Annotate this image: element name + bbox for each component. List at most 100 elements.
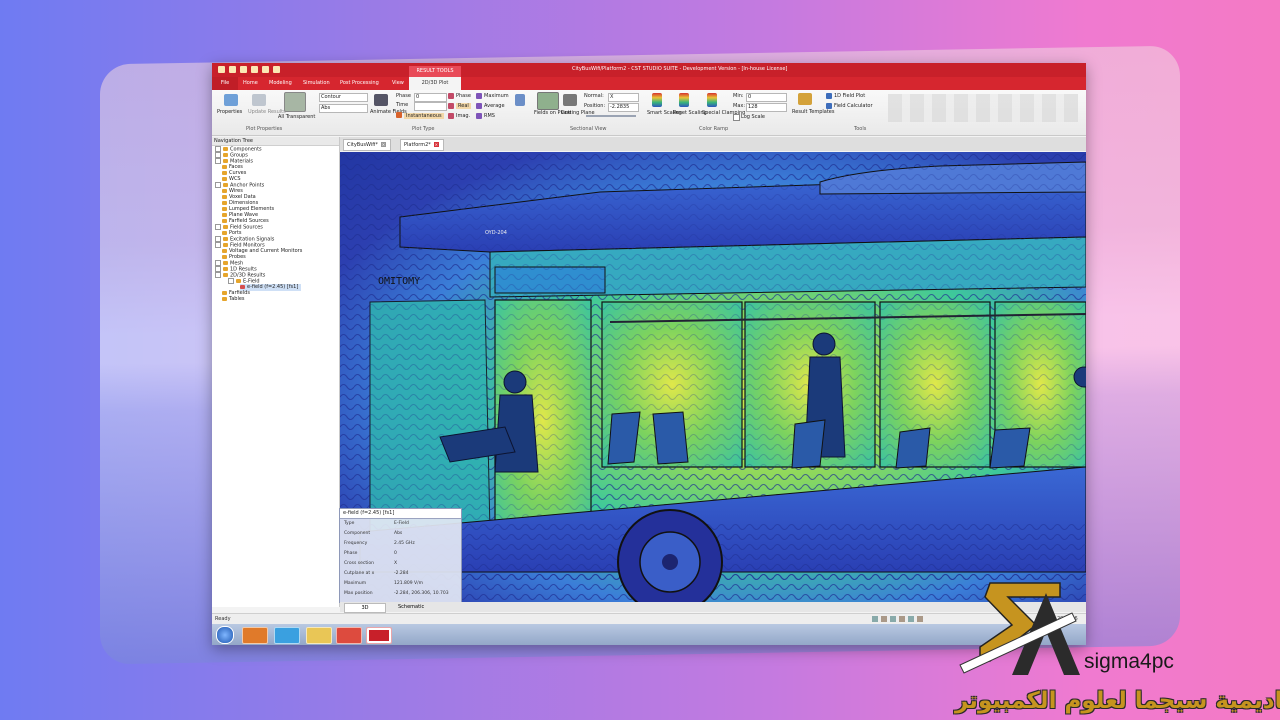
ie-taskbar-icon[interactable] — [274, 627, 300, 644]
min-label: Min: — [733, 93, 744, 99]
context-tab-result-tools: RESULT TOOLS — [409, 66, 461, 77]
close-icon[interactable]: × — [380, 142, 386, 147]
group-tools: Tools — [854, 126, 867, 132]
info-key: Max position — [344, 591, 373, 596]
plot-mode-select[interactable]: Contour — [319, 93, 368, 102]
info-value: 0 — [394, 551, 397, 556]
info-key: Frequency — [344, 541, 368, 546]
info-value: -2.284 — [394, 571, 409, 576]
status-ready: Ready — [215, 616, 231, 622]
special-clamping-icon[interactable] — [707, 93, 717, 107]
group-sectional-view: Sectional View — [570, 126, 607, 132]
field-calculator-button[interactable]: Field Calculator — [834, 103, 873, 109]
properties-button[interactable]: Properties — [217, 109, 242, 115]
position-input[interactable]: -2.2835 — [608, 103, 639, 112]
tab-2d3d-plot[interactable]: 2D/3D Plot — [409, 77, 461, 90]
navigation-tree-header: Navigation Tree — [212, 137, 339, 146]
info-value: Abs — [394, 531, 403, 536]
real-button[interactable]: Real — [456, 103, 471, 109]
info-value: X — [394, 561, 398, 566]
rms-button[interactable]: RMS — [484, 113, 495, 119]
info-key: Component — [344, 531, 371, 536]
info-key: Cutplane at x — [344, 571, 375, 576]
plot-options-icon[interactable] — [515, 94, 525, 106]
smart-scaling-icon[interactable] — [652, 93, 662, 107]
log-scale-checkbox[interactable] — [733, 114, 740, 121]
document-tabs: CityBusWifi* × Platform2* × — [340, 137, 1086, 151]
properties-icon[interactable] — [224, 94, 238, 106]
animate-fields-icon[interactable] — [374, 94, 388, 106]
tab-3d[interactable]: 3D — [344, 603, 386, 613]
imag-button[interactable]: Imag. — [456, 113, 470, 119]
phase-button[interactable]: Phase — [456, 93, 471, 99]
cst-taskbar-icon[interactable] — [366, 627, 392, 644]
more-tools-area[interactable] — [888, 94, 1078, 122]
redo-icon[interactable] — [262, 66, 269, 73]
tab-view[interactable]: View — [392, 80, 404, 86]
result-info-title: e-field (f=2.45) [fs1] — [340, 509, 461, 519]
tab-home[interactable]: Home — [243, 80, 258, 86]
position-slider[interactable] — [586, 115, 636, 117]
print-icon[interactable] — [273, 66, 280, 73]
max-input[interactable]: 128 — [746, 103, 787, 112]
nav-item-tables[interactable]: Tables — [222, 296, 245, 303]
info-key: Maximum — [344, 581, 367, 586]
rms-btn-icon — [476, 113, 482, 119]
normal-label: Normal: — [584, 93, 604, 99]
group-color-ramp: Color Ramp — [699, 126, 729, 132]
ribbon-tabs: Home Modeling Simulation Post Processing… — [212, 77, 1086, 90]
time-label: Time — [396, 102, 409, 108]
status-tools[interactable] — [872, 616, 923, 622]
time-input[interactable] — [414, 102, 447, 111]
cutting-plane-icon[interactable] — [563, 94, 577, 106]
doc-tab-platform2[interactable]: Platform2* × — [400, 139, 444, 151]
maximum-button[interactable]: Maximum — [484, 93, 509, 99]
undo-icon[interactable] — [251, 66, 258, 73]
file-tab[interactable]: File — [212, 77, 238, 90]
group-plot-type: Plot Type — [412, 126, 435, 132]
result-info-box: e-field (f=2.45) [fs1] Type E-Field Compo… — [339, 508, 462, 603]
phase-btn-icon — [448, 93, 454, 99]
info-value: E-Field — [394, 521, 409, 526]
phase-input[interactable]: 0 — [414, 93, 447, 102]
result-templates-button[interactable]: Result Templates — [792, 109, 834, 115]
average-button[interactable]: Average — [484, 103, 505, 109]
save-icon[interactable] — [240, 66, 247, 73]
tab-simulation[interactable]: Simulation — [303, 80, 330, 86]
doc-tab-citybuswifi[interactable]: CityBusWifi* × — [343, 139, 391, 151]
max-label: Max: — [733, 103, 746, 109]
outlook-taskbar-icon[interactable] — [242, 627, 268, 644]
min-input[interactable]: 0 — [746, 93, 787, 102]
close-icon[interactable]: × — [433, 142, 439, 147]
all-transparent-icon[interactable] — [284, 92, 306, 112]
chrome-taskbar-icon[interactable] — [336, 627, 362, 644]
reset-scaling-icon[interactable] — [679, 93, 689, 107]
all-transparent-button[interactable]: All Transparent — [278, 114, 315, 120]
tab-modeling[interactable]: Modeling — [269, 80, 292, 86]
explorer-taskbar-icon[interactable] — [306, 627, 332, 644]
ribbon: Properties Update Results All Transparen… — [212, 90, 1086, 136]
open-icon[interactable] — [229, 66, 236, 73]
tab-post-processing[interactable]: Post Processing — [340, 80, 379, 86]
quick-access-toolbar[interactable] — [218, 66, 280, 73]
sigma4pc-logo-icon — [959, 582, 1080, 675]
field-calculator-icon — [826, 103, 832, 109]
start-button[interactable] — [216, 626, 234, 644]
average-btn-icon — [476, 103, 482, 109]
imag-btn-icon — [448, 113, 454, 119]
fields-on-plane-icon[interactable] — [537, 92, 559, 110]
field-plot-1d-button[interactable]: 1D Field Plot — [834, 93, 865, 99]
component-select[interactable]: Abs — [319, 104, 368, 113]
wheel-center — [662, 554, 678, 570]
new-icon[interactable] — [218, 66, 225, 73]
normal-select[interactable]: X — [608, 93, 639, 102]
tab-schematic[interactable]: Schematic — [398, 603, 424, 611]
maximum-btn-icon — [476, 93, 482, 99]
instantaneous-button[interactable]: Instantaneous — [404, 113, 444, 119]
info-value: 121.809 V/m — [394, 581, 424, 586]
brand-name: sigma4pc — [1084, 650, 1174, 673]
instantaneous-icon — [396, 112, 402, 118]
result-templates-icon[interactable] — [798, 93, 812, 105]
update-results-icon[interactable] — [252, 94, 266, 106]
navigation-tree: Navigation Tree Components Groups Materi… — [212, 137, 340, 607]
